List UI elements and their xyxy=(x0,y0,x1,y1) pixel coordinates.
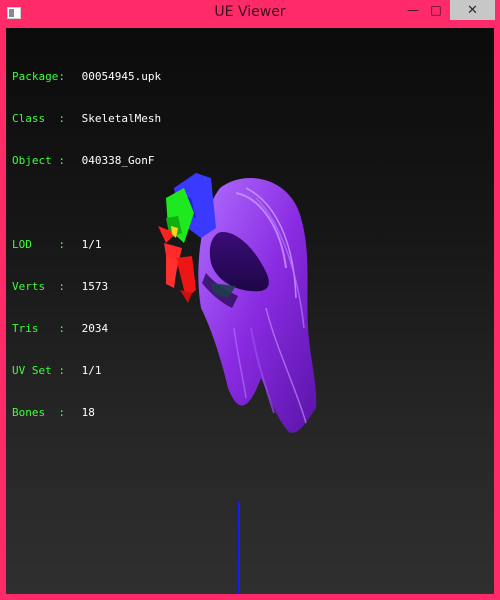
close-button[interactable]: ✕ xyxy=(450,0,495,20)
title-bar[interactable]: UE Viewer — □ ✕ xyxy=(0,0,500,28)
hair-back xyxy=(198,178,317,433)
minimize-button[interactable]: — xyxy=(402,0,424,20)
maximize-button[interactable]: □ xyxy=(425,0,447,20)
hair-mesh-render[interactable] xyxy=(6,28,494,594)
3d-viewport[interactable]: Package: 00054945.upk Class : SkeletalMe… xyxy=(6,28,494,594)
app-window: UE Viewer — □ ✕ Package: 00054945.upk Cl… xyxy=(0,0,500,600)
